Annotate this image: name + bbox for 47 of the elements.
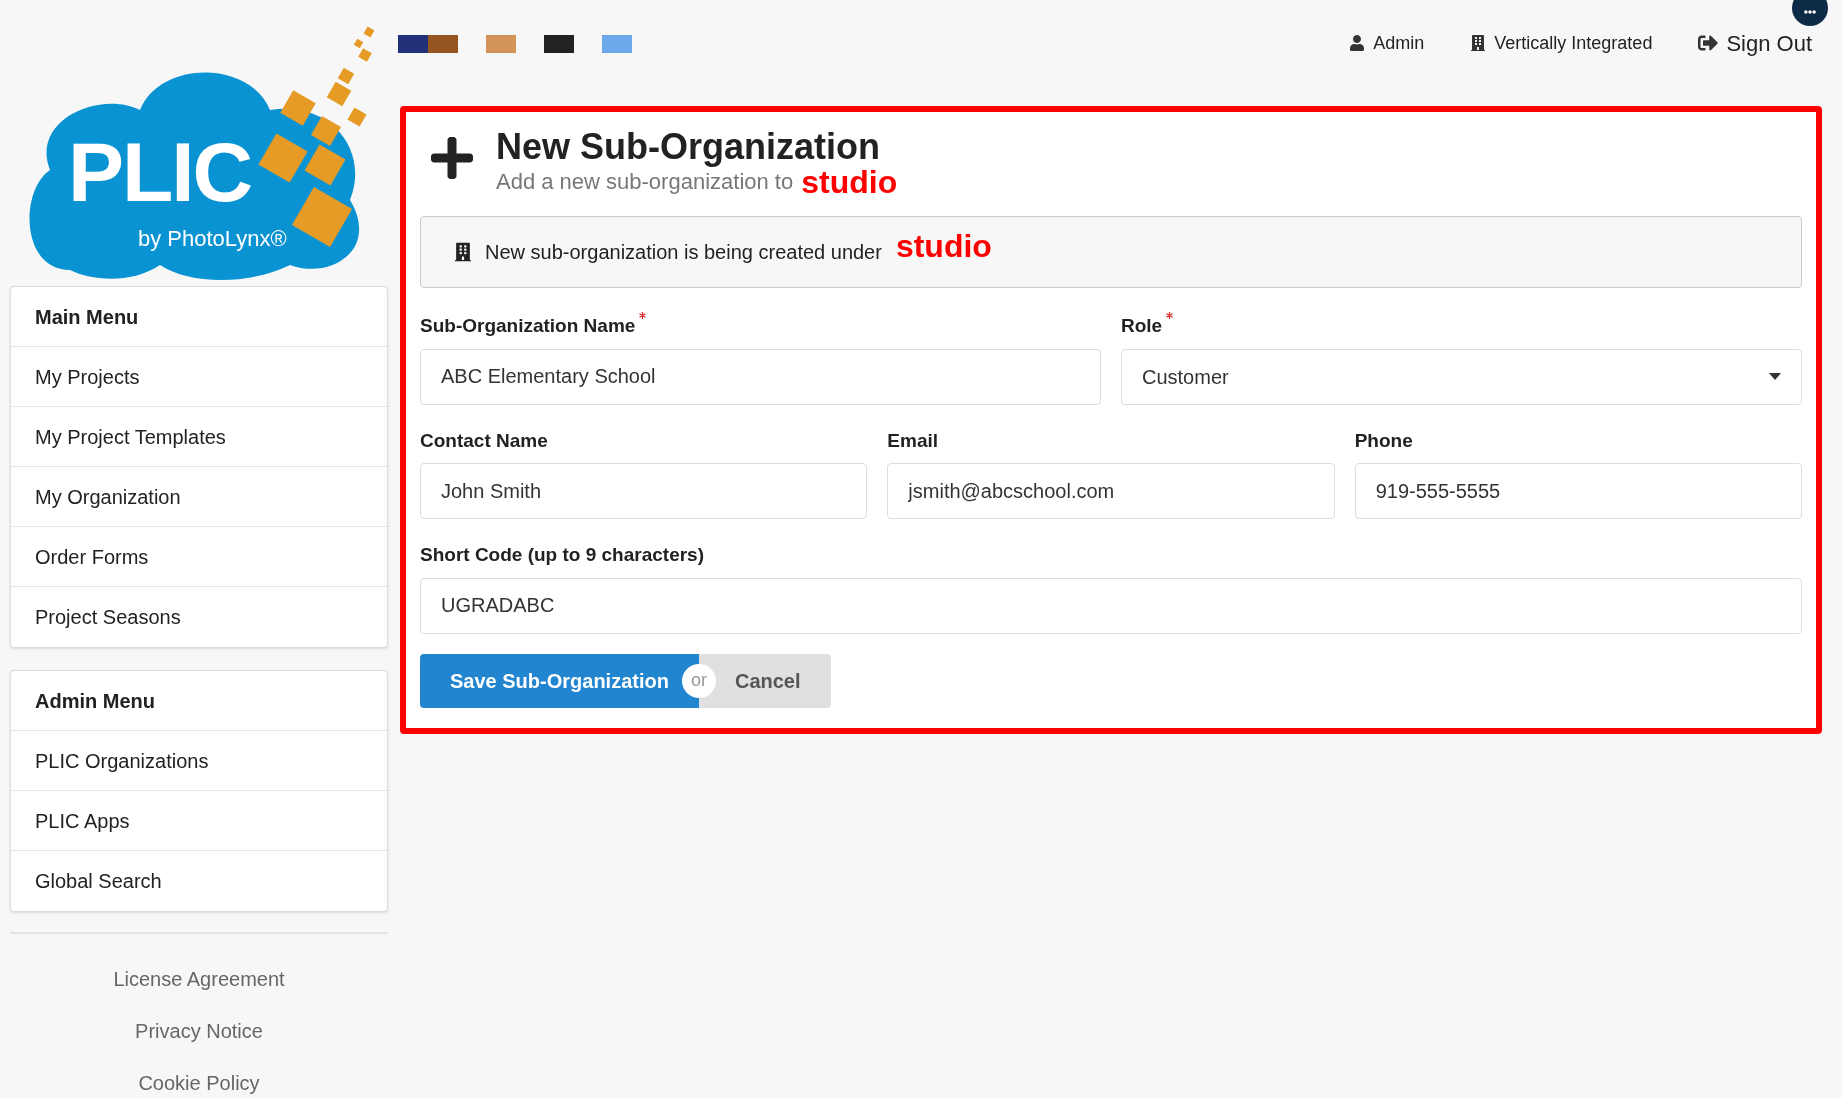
field-label: Email (887, 428, 939, 453)
more-button[interactable] (1792, 0, 1828, 26)
footer-link[interactable]: Cookie Policy (138, 1068, 260, 1098)
menu-title: Main Menu (11, 287, 387, 347)
color-swatch[interactable] (428, 35, 458, 53)
footer-link[interactable]: Privacy Notice (135, 1016, 263, 1046)
text-field[interactable]: jsmith@abcschool.com (887, 463, 1335, 519)
text-field[interactable]: ABC Elementary School (420, 348, 1101, 405)
page-subtitle: Add a new sub-organization to (496, 168, 794, 196)
top-nav-link[interactable]: Vertically Integrated (1470, 29, 1653, 57)
menu-item[interactable]: Project Seasons (11, 587, 387, 647)
page-title: New Sub-Organization (496, 125, 881, 169)
menu-item[interactable]: My Projects (11, 347, 387, 407)
footer-link[interactable]: License Agreement (113, 964, 285, 994)
menu-title: Admin Menu (11, 671, 387, 731)
text-field[interactable]: UGRADABC (420, 577, 1802, 634)
field-label: Contact Name (420, 428, 548, 453)
top-nav-link[interactable]: Admin (1349, 29, 1425, 57)
menu-item[interactable]: PLIC Apps (11, 791, 387, 851)
annotation-label: studio (801, 166, 898, 198)
field-label: Phone (1354, 428, 1413, 453)
menu-item[interactable]: Global Search (11, 851, 387, 911)
sign-out-icon (1698, 33, 1719, 53)
color-swatch[interactable] (398, 35, 428, 53)
menu-item[interactable]: Order Forms (11, 527, 387, 587)
text-field[interactable]: 919-555-5555 (1354, 463, 1802, 519)
building-icon (455, 242, 471, 262)
role-select[interactable]: Customer (1121, 348, 1802, 405)
menu-item[interactable]: PLIC Organizations (11, 731, 387, 791)
text-field[interactable]: John Smith (420, 463, 868, 519)
logo-byline: by PhotoLynx® (138, 228, 287, 250)
top-nav-link[interactable]: Sign Out (1698, 26, 1812, 60)
annotation-label: studio (895, 230, 992, 262)
color-swatch[interactable] (602, 35, 632, 53)
color-swatch[interactable] (544, 35, 574, 53)
logo-title: PLIC (68, 130, 251, 214)
caret-icon (1769, 373, 1781, 380)
field-label: Role (1121, 314, 1163, 338)
building-icon (1470, 35, 1487, 51)
field-label: Short Code (up to 9 characters) (420, 543, 704, 567)
menu-item[interactable]: My Organization (11, 467, 387, 527)
user-icon (1349, 35, 1366, 51)
field-label: Sub-Organization Name (420, 314, 636, 338)
color-swatch[interactable] (486, 35, 516, 53)
plus-icon (428, 134, 476, 182)
notice-text: New sub-organization is being created under (485, 240, 882, 265)
menu-item[interactable]: My Project Templates (11, 407, 387, 467)
